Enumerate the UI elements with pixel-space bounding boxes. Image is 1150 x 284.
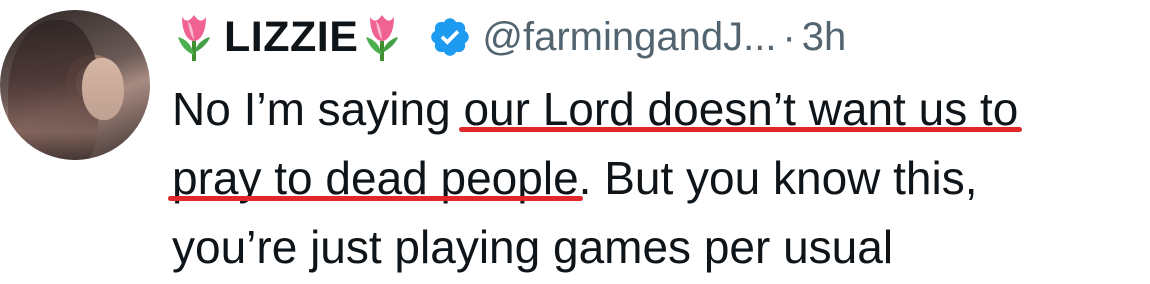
verified-badge-icon[interactable] — [428, 15, 472, 59]
avatar[interactable] — [0, 10, 150, 160]
text-segment: you’re just playing games per usual — [172, 221, 894, 273]
tweet-text: No I’m saying our Lord doesn’t want us t… — [172, 75, 1142, 282]
highlighted-text-segment: our Lord doesn’t want us to — [463, 83, 1019, 135]
tweet-text-line-1: No I’m saying our Lord doesn’t want us t… — [172, 75, 1142, 144]
tweet-text-line-3: you’re just playing games per usual — [172, 213, 1142, 282]
avatar-face — [82, 58, 124, 120]
tulip-icon — [178, 15, 210, 61]
tweet-header: LIZZIE @farmingandJ... · 3h — [172, 6, 846, 68]
separator-dot: · — [782, 14, 796, 59]
author-handle[interactable]: @farmingandJ... — [482, 15, 776, 60]
text-segment: . But you know this, — [578, 152, 978, 204]
tweet-text-line-2: pray to dead people. But you know this, — [172, 144, 1142, 213]
highlighted-text-segment: pray to dead people — [172, 152, 579, 204]
tulip-icon — [366, 15, 399, 61]
tweet-card: LIZZIE @farmingandJ... · 3h No I’m sayin… — [0, 0, 1150, 284]
author-name[interactable]: LIZZIE — [224, 13, 358, 62]
tweet-timestamp[interactable]: 3h — [802, 15, 847, 60]
text-segment: No I’m saying — [172, 83, 464, 135]
